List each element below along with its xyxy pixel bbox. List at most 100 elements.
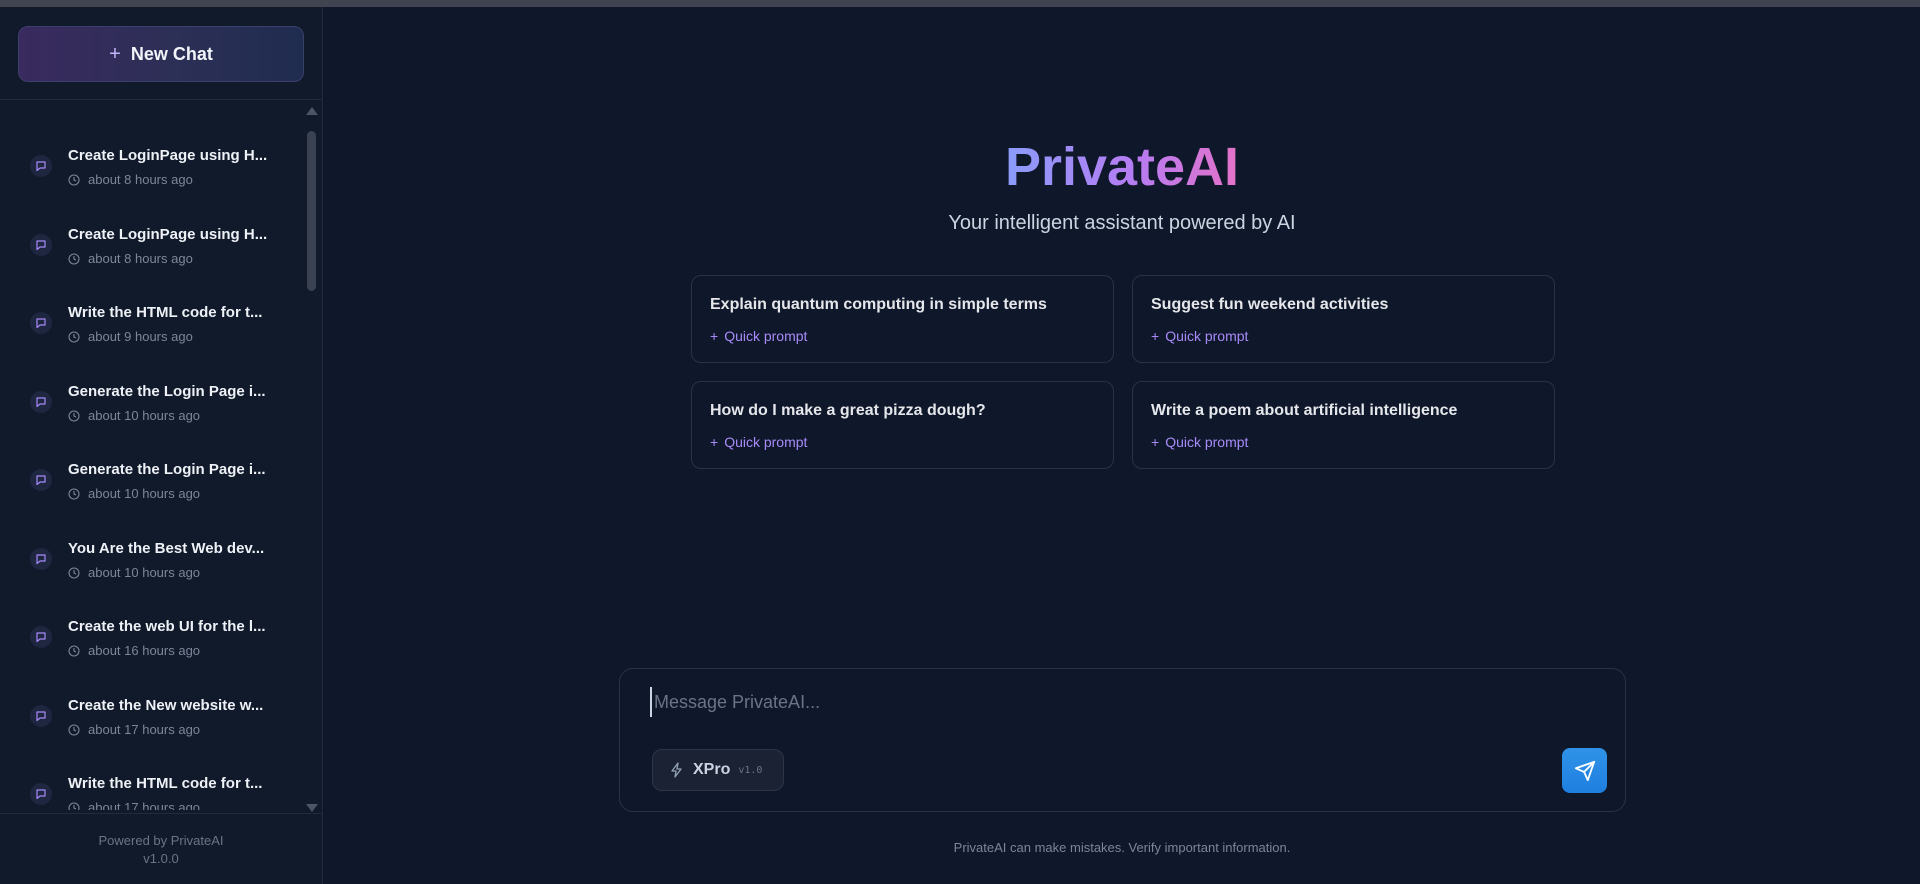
- brand-title: PrivateAI: [324, 135, 1920, 199]
- chat-time-text: about 9 hours ago: [88, 329, 193, 344]
- sidebar-divider: [0, 99, 322, 100]
- disclaimer-text: PrivateAI can make mistakes. Verify impo…: [953, 840, 1291, 855]
- chat-time-text: about 8 hours ago: [88, 251, 193, 266]
- sidebar-footer-divider: [0, 813, 322, 814]
- prompt-subtitle-text: Quick prompt: [724, 434, 808, 450]
- chat-time-text: about 10 hours ago: [88, 408, 201, 423]
- clock-icon: [68, 252, 80, 265]
- quick-prompt-card[interactable]: Explain quantum computing in simple term…: [691, 275, 1114, 363]
- chat-history-item[interactable]: Generate the Login Page i... about 10 ho…: [30, 383, 280, 443]
- chat-title: Generate the Login Page i...: [68, 383, 266, 400]
- prompt-subtitle-text: Quick prompt: [724, 328, 808, 344]
- quick-prompt-card[interactable]: Suggest fun weekend activities + Quick p…: [1132, 275, 1555, 363]
- new-chat-label: New Chat: [130, 43, 213, 64]
- plus-icon: +: [710, 328, 719, 344]
- sidebar-footer: Powered by PrivateAI v1.0.0: [0, 832, 322, 868]
- model-name: XPro: [693, 761, 731, 778]
- message-composer: XPro v1.0: [619, 668, 1626, 812]
- brand-title-text: PrivateAI: [1004, 137, 1240, 197]
- prompt-title: Explain quantum computing in simple term…: [710, 296, 1047, 313]
- chat-history-item[interactable]: Create LoginPage using H... about 8 hour…: [30, 226, 280, 286]
- send-button[interactable]: [1562, 748, 1607, 793]
- chat-title: Generate the Login Page i...: [68, 461, 266, 478]
- plus-icon: +: [710, 434, 719, 450]
- message-square-icon: [30, 783, 52, 805]
- clock-icon: [68, 801, 80, 810]
- chat-title: You Are the Best Web dev...: [68, 540, 265, 557]
- message-square-icon: [30, 469, 52, 491]
- scroll-down-arrow-icon[interactable]: [306, 804, 318, 812]
- plus-icon: +: [109, 42, 121, 65]
- clock-icon: [68, 330, 80, 343]
- chat-timestamp: about 8 hours ago: [68, 251, 193, 266]
- scrollbar-thumb[interactable]: [307, 131, 316, 291]
- chat-timestamp: about 10 hours ago: [68, 408, 200, 423]
- chat-history-list: Create LoginPage using H... about 8 hour…: [0, 107, 305, 810]
- chat-title: Create the New website w...: [68, 697, 264, 714]
- message-square-icon: [30, 705, 52, 727]
- message-square-icon: [30, 155, 52, 177]
- message-input[interactable]: [650, 687, 1590, 717]
- browser-top-edge: [0, 0, 1920, 7]
- chat-timestamp: about 9 hours ago: [68, 329, 193, 344]
- message-square-icon: [30, 548, 52, 570]
- chat-time-text: about 8 hours ago: [88, 172, 193, 187]
- clock-icon: [68, 644, 80, 657]
- chat-history-item[interactable]: Write the HTML code for t... about 9 hou…: [30, 304, 280, 364]
- model-selector[interactable]: XPro v1.0: [652, 749, 784, 791]
- plus-icon: +: [1151, 434, 1160, 450]
- prompt-title: Write a poem about artificial intelligen…: [1151, 402, 1458, 419]
- chat-history-item[interactable]: Create the New website w... about 17 hou…: [30, 697, 280, 757]
- prompt-subtitle: + Quick prompt: [710, 328, 807, 344]
- chat-timestamp: about 17 hours ago: [68, 800, 200, 810]
- chat-time-text: about 10 hours ago: [88, 486, 201, 501]
- chat-history-item[interactable]: Generate the Login Page i... about 10 ho…: [30, 461, 280, 521]
- scroll-up-arrow-icon[interactable]: [306, 107, 318, 115]
- chat-title: Create LoginPage using H...: [68, 226, 268, 243]
- clock-icon: [68, 566, 80, 579]
- clock-icon: [68, 173, 80, 186]
- chat-history-item[interactable]: You Are the Best Web dev... about 10 hou…: [30, 540, 280, 600]
- chat-time-text: about 16 hours ago: [88, 643, 201, 658]
- message-square-icon: [30, 626, 52, 648]
- chat-title: Write the HTML code for t...: [68, 304, 263, 321]
- main-area: PrivateAI Your intelligent assistant pow…: [324, 7, 1920, 884]
- chat-title: Create LoginPage using H...: [68, 147, 268, 164]
- chat-history-item[interactable]: Create the web UI for the l... about 16 …: [30, 618, 280, 678]
- quick-prompt-card[interactable]: Write a poem about artificial intelligen…: [1132, 381, 1555, 469]
- clock-icon: [68, 723, 80, 736]
- model-version: v1.0: [738, 764, 763, 776]
- clock-icon: [68, 487, 80, 500]
- chat-time-text: about 17 hours ago: [88, 722, 201, 737]
- prompt-title: How do I make a great pizza dough?: [710, 402, 986, 419]
- chat-title: Write the HTML code for t...: [68, 775, 263, 792]
- new-chat-button[interactable]: + New Chat: [18, 26, 304, 82]
- paper-plane-icon: [1574, 760, 1595, 781]
- lightning-icon: [671, 762, 682, 778]
- chat-title: Create the web UI for the l...: [68, 618, 266, 635]
- plus-icon: +: [1151, 328, 1160, 344]
- prompt-subtitle: + Quick prompt: [1151, 434, 1248, 450]
- prompt-subtitle: + Quick prompt: [1151, 328, 1248, 344]
- clock-icon: [68, 409, 80, 422]
- chat-timestamp: about 17 hours ago: [68, 722, 200, 737]
- chat-list-scrollbar[interactable]: [305, 107, 318, 813]
- prompt-subtitle-text: Quick prompt: [1165, 328, 1249, 344]
- prompt-title: Suggest fun weekend activities: [1151, 296, 1389, 313]
- chat-timestamp: about 10 hours ago: [68, 486, 200, 501]
- quick-prompt-card[interactable]: How do I make a great pizza dough? + Qui…: [691, 381, 1114, 469]
- prompt-subtitle: + Quick prompt: [710, 434, 807, 450]
- chat-time-text: about 17 hours ago: [88, 800, 201, 810]
- message-square-icon: [30, 391, 52, 413]
- prompt-subtitle-text: Quick prompt: [1165, 434, 1249, 450]
- chat-timestamp: about 8 hours ago: [68, 172, 193, 187]
- chat-history-item[interactable]: Create LoginPage using H... about 8 hour…: [30, 147, 280, 207]
- powered-by-text: Powered by PrivateAI: [98, 833, 224, 848]
- chat-history-item[interactable]: Write the HTML code for t... about 17 ho…: [30, 775, 280, 810]
- version-text: v1.0.0: [143, 851, 179, 866]
- chat-timestamp: about 16 hours ago: [68, 643, 200, 658]
- brand-subtitle: Your intelligent assistant powered by AI: [948, 212, 1296, 234]
- message-square-icon: [30, 312, 52, 334]
- message-square-icon: [30, 234, 52, 256]
- sidebar: + New Chat Create LoginPage using H... a…: [0, 7, 323, 884]
